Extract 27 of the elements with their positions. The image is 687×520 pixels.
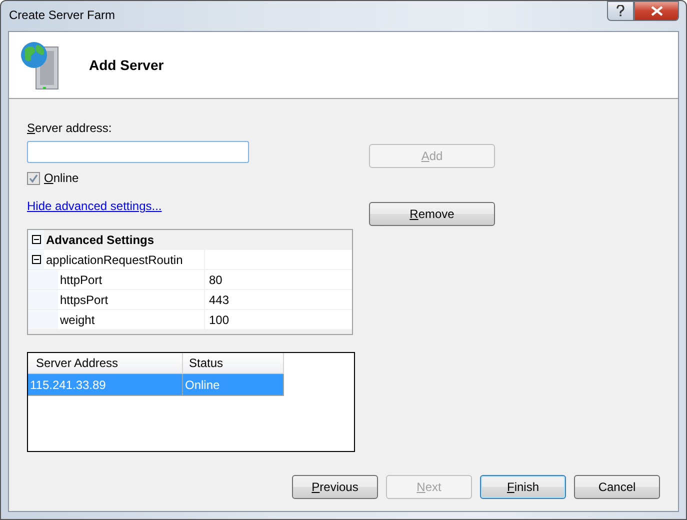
hide-settings-link[interactable]: Hide advanced settings... — [27, 199, 162, 213]
close-icon — [650, 6, 662, 16]
side-button[interactable]: Remove — [369, 202, 495, 226]
property-value: 443 — [204, 290, 352, 309]
table-cell: 115.241.33.89 — [28, 374, 183, 396]
server-address-field[interactable] — [27, 141, 249, 163]
table-cell: Online — [183, 374, 284, 396]
property-name: httpsPort — [58, 290, 204, 309]
wizard-button[interactable]: Cancel — [574, 475, 660, 499]
collapse-icon[interactable] — [32, 255, 40, 264]
column-header[interactable]: Status — [183, 353, 284, 374]
property-value: 80 — [204, 270, 352, 289]
field-label: Server address: — [27, 121, 113, 135]
help-button[interactable] — [607, 1, 634, 21]
wizard-button[interactable]: Previous — [292, 475, 378, 499]
collapse-icon[interactable] — [32, 235, 40, 244]
page-title: Add Server — [89, 57, 164, 73]
property-name: weight — [58, 310, 204, 329]
property-value: 100 — [204, 310, 352, 329]
window-title: Create Server Farm — [8, 7, 116, 22]
checkbox-label: Online — [44, 171, 79, 185]
category-name: applicationRequestRoutin — [44, 250, 204, 269]
close-button[interactable] — [634, 1, 679, 21]
help-icon — [616, 5, 625, 17]
property-name: httpPort — [58, 270, 204, 289]
wizard-button[interactable]: Finish — [480, 475, 566, 499]
column-header[interactable]: Server Address — [28, 353, 183, 374]
